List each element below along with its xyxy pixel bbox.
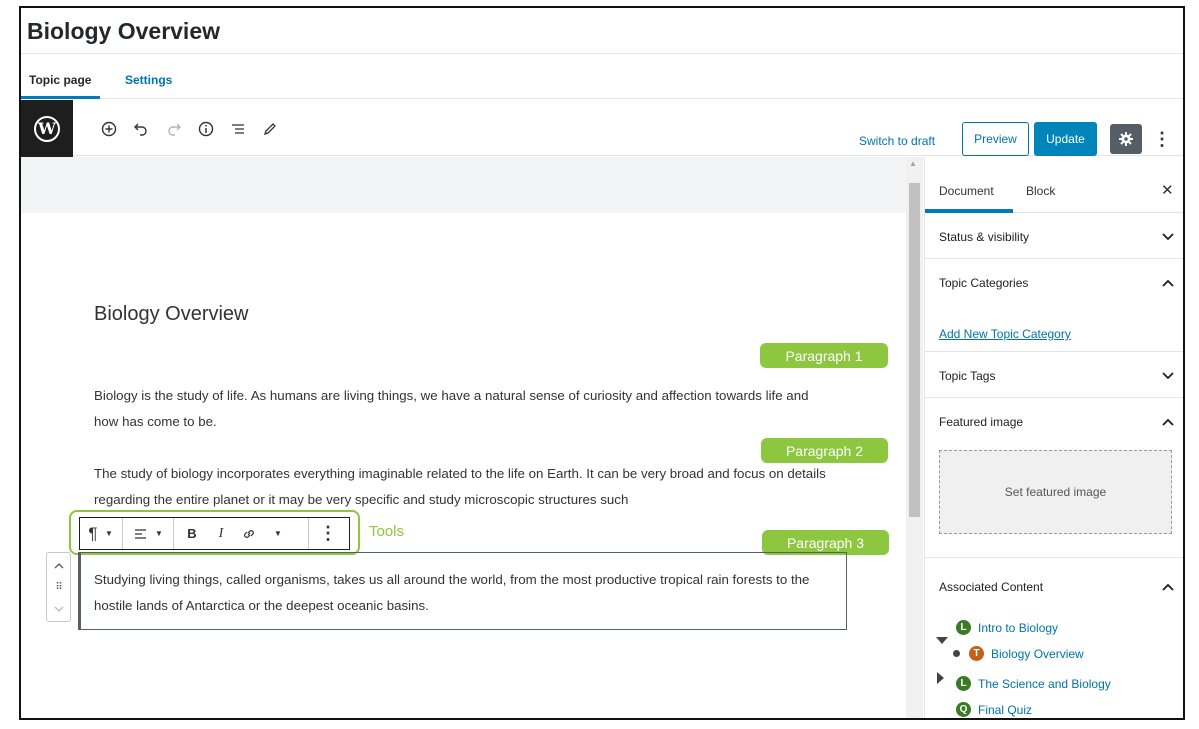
quiz-badge-icon: Q	[956, 702, 971, 717]
panel-topic-tags[interactable]: Topic Tags	[925, 352, 1183, 398]
title-bar: Biology Overview	[21, 8, 1183, 54]
outline-icon[interactable]	[227, 118, 249, 140]
undo-icon[interactable]	[130, 118, 152, 140]
edit-icon[interactable]	[259, 118, 281, 140]
page-tabs: Topic page Settings	[21, 55, 1183, 99]
annotation-paragraph-2: Paragraph 2	[761, 438, 888, 463]
gear-icon[interactable]	[1110, 124, 1142, 154]
assoc-item-label: Intro to Biology	[978, 620, 1059, 635]
chevron-down-icon[interactable]	[1162, 231, 1174, 243]
italic-icon[interactable]: I	[212, 518, 230, 549]
bold-icon[interactable]: B	[183, 518, 201, 549]
drag-handle-icon[interactable]: ⠿	[47, 577, 70, 597]
block-toolbar: ¶ ▼ ▼ B I ▼ ⋮	[79, 517, 350, 550]
tab-document[interactable]: Document	[939, 184, 994, 198]
screenshot-frame: Biology Overview Topic page Settings W S…	[19, 6, 1185, 720]
annotation-paragraph-1: Paragraph 1	[760, 343, 888, 368]
panel-title: Topic Tags	[939, 369, 996, 383]
editor-canvas: Biology Overview Paragraph 1 Biology is …	[21, 157, 906, 718]
chevron-up-icon[interactable]	[1162, 277, 1174, 289]
tab-topic-page[interactable]: Topic page	[29, 73, 91, 87]
link-icon[interactable]	[240, 518, 258, 549]
panel-associated-content: Associated Content	[925, 558, 1183, 718]
align-icon[interactable]	[130, 518, 150, 549]
update-button[interactable]: Update	[1034, 122, 1097, 156]
block-mover: ⠿	[46, 552, 71, 622]
preview-button[interactable]: Preview	[962, 122, 1029, 156]
assoc-item-label: Biology Overview	[991, 646, 1084, 661]
assoc-item-science-and-biology[interactable]: L The Science and Biology	[956, 676, 1111, 691]
chevron-up-icon[interactable]	[1162, 416, 1174, 428]
set-featured-image-button[interactable]: Set featured image	[939, 450, 1172, 534]
lesson-badge-icon: L	[956, 676, 971, 691]
info-icon[interactable]	[195, 118, 217, 140]
redo-icon[interactable]	[163, 118, 185, 140]
canvas-top-strip	[21, 157, 906, 213]
more-vertical-icon[interactable]: ⋮	[1153, 124, 1171, 154]
add-topic-category-link[interactable]: Add New Topic Category	[939, 327, 1071, 341]
tab-active-indicator	[21, 96, 100, 99]
panel-title: Featured image	[939, 415, 1024, 429]
annotation-tools: Tools	[369, 523, 405, 540]
panel-title: Associated Content	[939, 580, 1044, 594]
paragraph-block-3[interactable]: Studying living things, called organisms…	[94, 567, 834, 619]
chevron-up-icon[interactable]	[1162, 581, 1174, 593]
collapse-arrow-icon[interactable]	[937, 672, 944, 684]
panel-title: Status & visibility	[939, 230, 1030, 244]
scroll-thumb[interactable]	[909, 183, 920, 517]
assoc-item-biology-overview[interactable]: T Biology Overview	[969, 646, 1084, 661]
chevron-down-icon[interactable]	[1162, 370, 1174, 382]
move-down-icon[interactable]	[47, 599, 70, 619]
chevron-down-icon[interactable]: ▼	[152, 518, 166, 549]
move-up-icon[interactable]	[47, 555, 70, 575]
editor-header: W Switch to draft Preview Update ⋮	[21, 100, 1183, 157]
assoc-item-label: Final Quiz	[978, 702, 1033, 717]
post-title[interactable]: Biology Overview	[94, 303, 249, 326]
panel-title: Topic Categories	[939, 276, 1029, 290]
close-icon[interactable]: ✕	[1161, 181, 1174, 199]
panel-status-visibility[interactable]: Status & visibility	[925, 213, 1183, 259]
settings-sidebar: Document Block ✕ Status & visibility Top…	[924, 157, 1183, 718]
current-dot-icon	[953, 650, 960, 657]
switch-to-draft-link[interactable]: Switch to draft	[859, 134, 935, 148]
paragraph-block-1[interactable]: Biology is the study of life. As humans …	[94, 383, 834, 435]
tab-block[interactable]: Block	[1026, 184, 1055, 198]
expand-arrow-icon[interactable]	[936, 637, 948, 644]
tab-settings[interactable]: Settings	[125, 73, 172, 87]
wordpress-logo-icon[interactable]: W	[21, 100, 73, 157]
add-block-icon[interactable]	[98, 118, 120, 140]
chevron-down-icon[interactable]: ▼	[102, 518, 116, 549]
assoc-item-label: The Science and Biology	[978, 676, 1111, 691]
topic-badge-icon: T	[969, 646, 984, 661]
lesson-badge-icon: L	[956, 620, 971, 635]
assoc-item-intro-to-biology[interactable]: L Intro to Biology	[956, 620, 1058, 635]
editor-scrollbar[interactable]: ▲	[906, 157, 923, 718]
assoc-item-final-quiz[interactable]: Q Final Quiz	[956, 702, 1032, 717]
chevron-down-icon[interactable]: ▼	[271, 518, 285, 549]
sidebar-tabs: Document Block ✕	[925, 157, 1183, 213]
paragraph-icon[interactable]: ¶	[84, 518, 102, 549]
paragraph-block-2[interactable]: The study of biology incorporates everyt…	[94, 461, 834, 513]
scroll-up-icon[interactable]: ▲	[909, 159, 917, 168]
more-vertical-icon[interactable]: ⋮	[318, 518, 338, 549]
page-title: Biology Overview	[27, 18, 221, 44]
